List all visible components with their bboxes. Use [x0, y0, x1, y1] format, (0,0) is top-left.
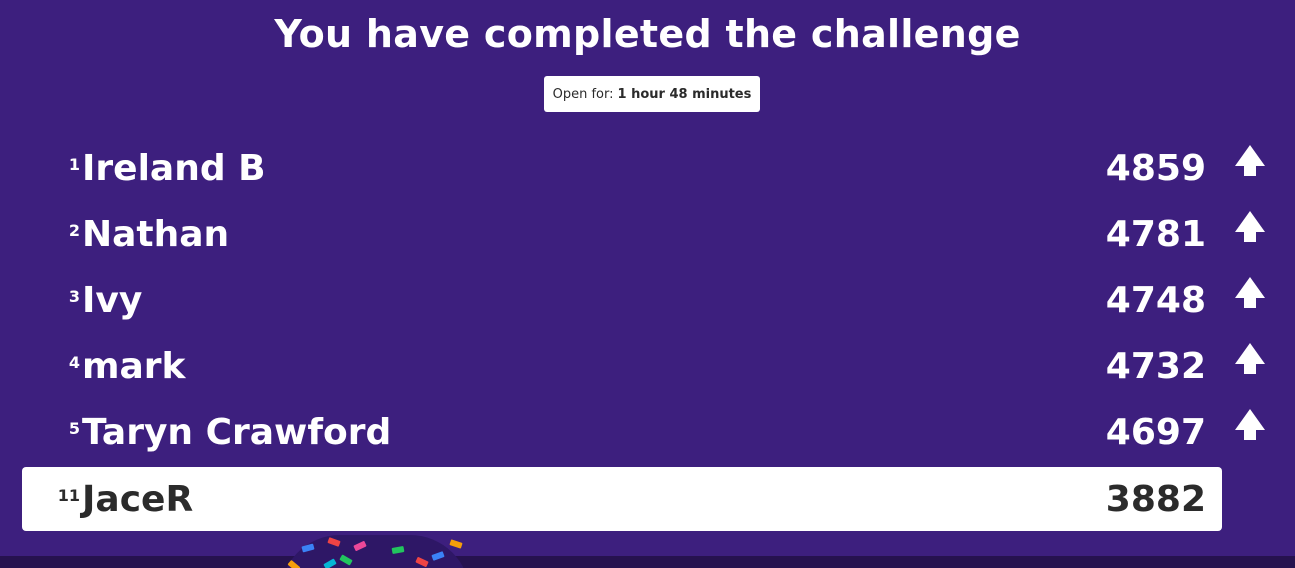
player-score: 4732	[1105, 345, 1206, 387]
footer-bar	[0, 556, 1295, 568]
rank-number: 3	[68, 286, 80, 306]
confetti-piece	[339, 554, 353, 566]
leaderboard-row: 4 mark 4732	[22, 334, 1222, 398]
player-name: JaceR	[82, 478, 194, 520]
leaderboard-row: 5 Taryn Crawford 4697	[22, 400, 1222, 464]
page-title: You have completed the challenge	[274, 12, 1021, 56]
rank-number: 1	[68, 154, 80, 174]
results-page: You have completed the challenge Open fo…	[0, 0, 1295, 568]
open-for-badge: Open for: 1 hour 48 minutes	[544, 76, 760, 112]
arrow-up-icon	[1235, 277, 1265, 308]
leaderboard-row: 2 Nathan 4781	[22, 202, 1222, 266]
arrow-up-icon	[1235, 409, 1265, 440]
player-name: Nathan	[82, 213, 230, 255]
player-score: 4697	[1105, 411, 1206, 453]
confetti-piece	[301, 543, 315, 553]
rank-number: 4	[68, 352, 80, 372]
leaderboard-row: 1 Ireland B 4859	[22, 136, 1222, 200]
confetti-illustration	[280, 535, 470, 568]
player-score: 4859	[1105, 147, 1206, 189]
current-player-row: 11 JaceR 3882	[22, 467, 1222, 531]
confetti-piece	[353, 540, 367, 552]
arrow-up-icon	[1235, 211, 1265, 242]
leaderboard-row: 3 Ivy 4748	[22, 268, 1222, 332]
arrow-up-icon	[1235, 343, 1265, 374]
confetti-piece	[323, 558, 337, 568]
confetti-piece	[415, 556, 429, 568]
player-score: 4748	[1105, 279, 1206, 321]
player-name: mark	[82, 345, 186, 387]
rank-number: 2	[68, 220, 80, 240]
player-score: 3882	[1105, 478, 1206, 520]
player-name: Taryn Crawford	[82, 411, 392, 453]
rank-number: 11	[57, 485, 80, 505]
confetti-piece	[391, 546, 405, 554]
rank-number: 5	[68, 418, 80, 438]
player-name: Ireland B	[82, 147, 266, 189]
confetti-piece	[287, 559, 301, 568]
confetti-piece	[431, 551, 445, 561]
open-for-value: 1 hour 48 minutes	[617, 86, 752, 102]
arrow-up-icon	[1235, 145, 1265, 176]
player-name: Ivy	[82, 279, 143, 321]
open-for-label: Open for:	[552, 86, 614, 102]
player-score: 4781	[1105, 213, 1206, 255]
confetti-piece	[327, 537, 341, 547]
confetti-piece	[449, 539, 463, 549]
